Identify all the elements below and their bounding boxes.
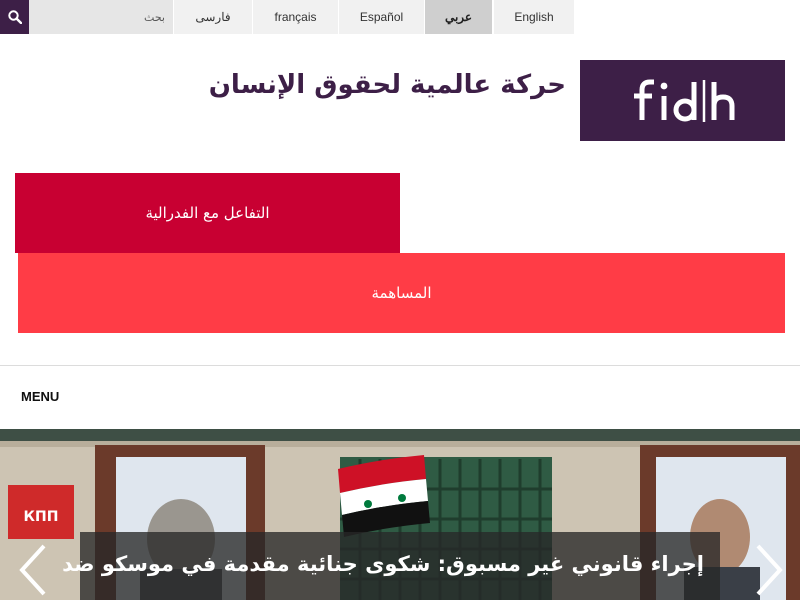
search-input[interactable] xyxy=(29,0,173,34)
lang-arabic[interactable]: عربي xyxy=(425,0,492,34)
sign-text: КПП xyxy=(24,509,59,525)
site-tagline: حركة عالمية لحقوق الإنسان xyxy=(208,70,566,100)
search-button[interactable] xyxy=(0,0,29,34)
lang-english[interactable]: English xyxy=(494,0,574,34)
search-icon xyxy=(7,10,22,24)
carousel-next-arrow-icon[interactable] xyxy=(752,540,788,600)
hero-headline[interactable]: إجراء قانوني غير مسبوق: شكوى جنائية مقدم… xyxy=(62,552,704,576)
lang-french[interactable]: français xyxy=(253,0,338,34)
header-divider xyxy=(0,365,800,366)
interact-button[interactable]: التفاعل مع الفدرالية xyxy=(15,173,400,253)
lang-spanish[interactable]: Español xyxy=(339,0,424,34)
carousel-prev-arrow-icon[interactable] xyxy=(14,540,50,600)
menu-button[interactable]: MENU xyxy=(21,389,59,404)
fidh-logo[interactable] xyxy=(580,60,785,141)
fidh-logo-mark xyxy=(633,79,734,122)
lang-farsi[interactable]: فارسی xyxy=(174,0,252,34)
donate-button[interactable]: المساهمة xyxy=(18,253,785,333)
